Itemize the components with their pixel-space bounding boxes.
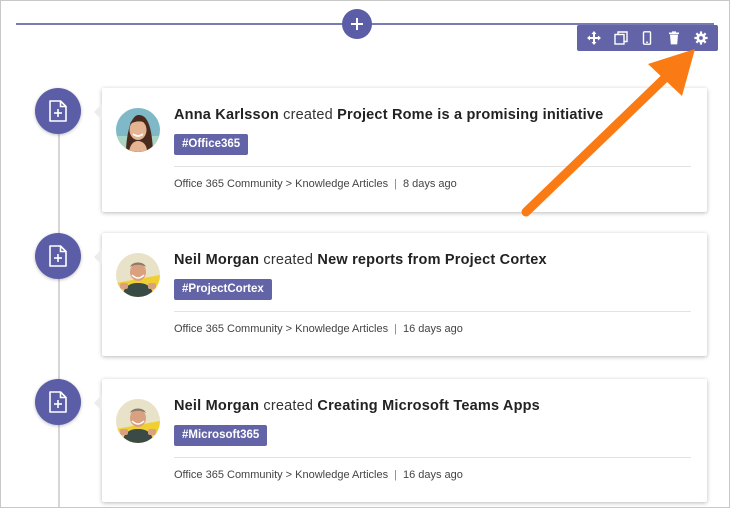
move-icon: [587, 31, 602, 45]
avatar: [116, 399, 160, 443]
timeline-node-icon: [35, 233, 81, 279]
meta-separator: |: [394, 178, 397, 190]
settings-button[interactable]: [690, 27, 712, 49]
timestamp: 16 days ago: [402, 323, 463, 335]
timeline-node-icon: [35, 379, 81, 425]
settings-icon: [694, 31, 708, 45]
move-button[interactable]: [583, 27, 605, 49]
timeline-node-icon: [35, 88, 81, 134]
meta-separator: |: [394, 469, 397, 481]
activity-card[interactable]: Neil Morgan created Creating Microsoft T…: [94, 379, 707, 502]
source-breadcrumb[interactable]: Office 365 Community > Knowledge Article…: [174, 469, 388, 481]
plus-icon: [351, 18, 363, 30]
activity-meta: Office 365 Community > Knowledge Article…: [174, 323, 463, 335]
activity-card[interactable]: Neil Morgan created New reports from Pro…: [94, 233, 707, 356]
article-title[interactable]: Project Rome is a promising initiative: [337, 107, 603, 123]
add-section-button[interactable]: [342, 9, 372, 39]
author-name[interactable]: Neil Morgan: [174, 252, 259, 268]
timestamp: 16 days ago: [402, 469, 463, 481]
activity-verb: created: [263, 252, 314, 268]
add-document-icon: [49, 100, 67, 122]
author-name[interactable]: Neil Morgan: [174, 398, 259, 414]
add-document-icon: [49, 245, 67, 267]
hashtag-badge[interactable]: #ProjectCortex: [174, 279, 272, 300]
activity-verb: created: [263, 398, 314, 414]
activity-headline: Neil Morgan created New reports from Pro…: [174, 252, 547, 268]
article-title[interactable]: New reports from Project Cortex: [317, 252, 546, 268]
source-breadcrumb[interactable]: Office 365 Community > Knowledge Article…: [174, 323, 388, 335]
meta-separator: |: [394, 323, 397, 335]
page-canvas: Anna Karlsson created Project Rome is a …: [0, 0, 730, 508]
article-title[interactable]: Creating Microsoft Teams Apps: [317, 398, 540, 414]
delete-icon: [669, 31, 680, 45]
activity-meta: Office 365 Community > Knowledge Article…: [174, 469, 463, 481]
avatar: [116, 108, 160, 152]
delete-button[interactable]: [663, 27, 685, 49]
hashtag-badge[interactable]: #Office365: [174, 134, 249, 155]
timestamp: 8 days ago: [402, 178, 457, 190]
activity-headline: Anna Karlsson created Project Rome is a …: [174, 107, 603, 123]
avatar: [116, 253, 160, 297]
duplicate-button[interactable]: [610, 27, 632, 49]
activity-verb: created: [283, 107, 333, 123]
activity-headline: Neil Morgan created Creating Microsoft T…: [174, 398, 540, 414]
activity-meta: Office 365 Community > Knowledge Article…: [174, 178, 457, 190]
card-divider: [174, 166, 691, 167]
activity-card[interactable]: Anna Karlsson created Project Rome is a …: [94, 88, 707, 212]
mobile-preview-button[interactable]: [636, 27, 658, 49]
card-divider: [174, 311, 691, 312]
hashtag-badge[interactable]: #Microsoft365: [174, 425, 268, 446]
card-divider: [174, 457, 691, 458]
author-name[interactable]: Anna Karlsson: [174, 107, 279, 123]
duplicate-icon: [614, 31, 628, 45]
source-breadcrumb[interactable]: Office 365 Community > Knowledge Article…: [174, 178, 388, 190]
webpart-toolbar: [577, 25, 718, 51]
timeline-line: [58, 101, 60, 507]
mobile-preview-icon: [643, 31, 652, 45]
add-document-icon: [49, 391, 67, 413]
